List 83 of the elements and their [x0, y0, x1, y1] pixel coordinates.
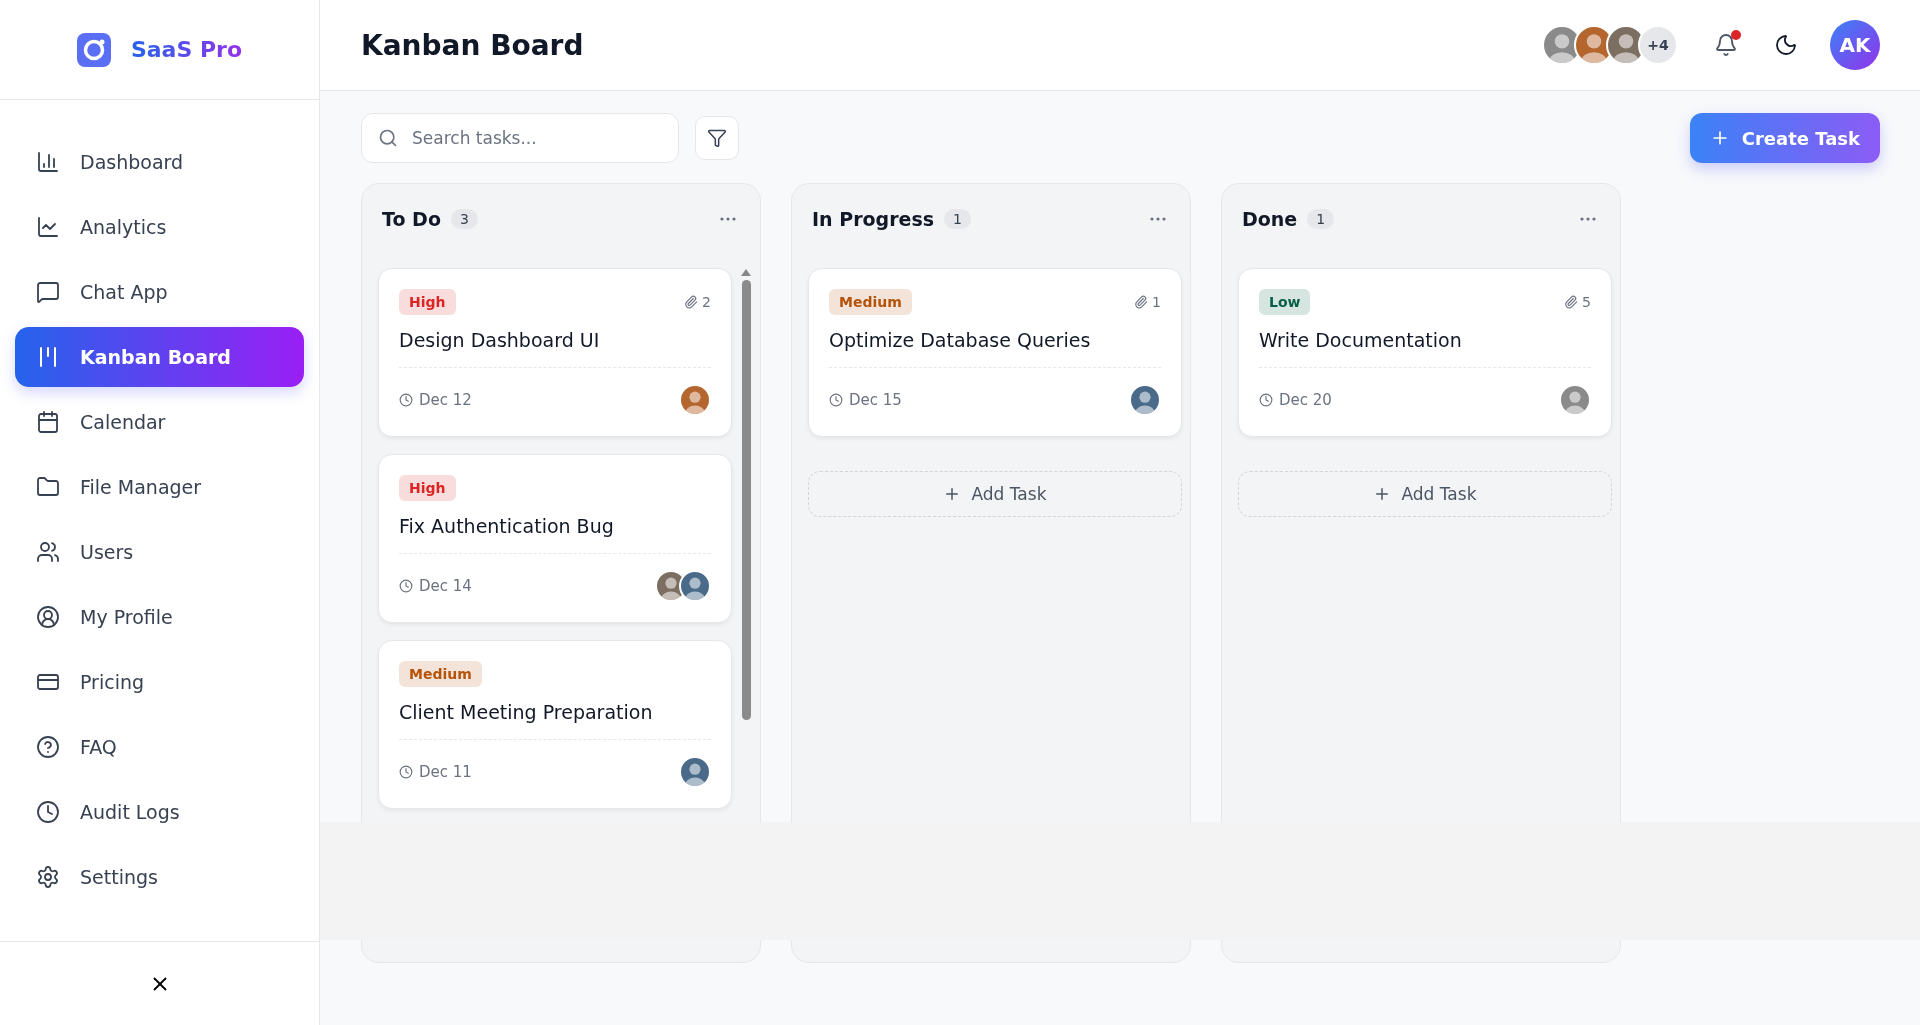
attachment-count: 5 — [1582, 294, 1591, 310]
due-date: Dec 12 — [419, 391, 472, 409]
sidebar-item[interactable]: Chat App — [15, 262, 304, 322]
clock-icon — [36, 800, 60, 824]
logo-icon — [76, 32, 111, 67]
due-date: Dec 20 — [1279, 391, 1332, 409]
more-options-button[interactable] — [1150, 217, 1166, 221]
priority-tag: High — [399, 475, 456, 501]
clock-icon — [399, 579, 413, 593]
bell-icon — [1714, 33, 1738, 57]
task-card[interactable]: High Fix Authentication Bug Dec 14 — [378, 454, 732, 623]
user-circle-icon — [36, 605, 60, 629]
sidebar-item[interactable]: File Manager — [15, 457, 304, 517]
more-icon — [1150, 217, 1166, 221]
task-title: Optimize Database Queries — [829, 329, 1161, 368]
clock-icon — [1259, 393, 1273, 407]
sidebar-item[interactable]: Kanban Board — [15, 327, 304, 387]
task-title: Fix Authentication Bug — [399, 515, 711, 554]
users-icon — [36, 540, 60, 564]
chat-bubble-icon — [36, 280, 60, 304]
clock-icon — [399, 765, 413, 779]
more-options-button[interactable] — [1580, 217, 1596, 221]
paperclip-icon — [684, 295, 699, 309]
clock-icon — [399, 393, 413, 407]
task-count: 1 — [1307, 209, 1335, 229]
filter-button[interactable] — [695, 116, 739, 160]
due-date: Dec 11 — [419, 763, 472, 781]
more-members-count[interactable]: +4 — [1638, 25, 1678, 65]
filter-icon — [707, 128, 727, 148]
priority-tag: Low — [1259, 289, 1311, 315]
more-icon — [720, 217, 736, 221]
paperclip-icon — [1564, 295, 1579, 309]
folder-icon — [36, 475, 60, 499]
sidebar-item[interactable]: Pricing — [15, 652, 304, 712]
task-card[interactable]: Low 5 Write Documentation Dec 20 — [1238, 268, 1612, 437]
task-title: Design Dashboard UI — [399, 329, 711, 368]
page-title: Kanban Board — [361, 28, 585, 62]
sidebar-item[interactable]: Analytics — [15, 197, 304, 257]
notifications-button[interactable] — [1714, 33, 1738, 57]
task-card[interactable]: Medium Client Meeting Preparation Dec 11 — [378, 640, 732, 809]
help-icon — [36, 735, 60, 759]
sidebar-item[interactable]: My Profile — [15, 587, 304, 647]
add-task-button[interactable]: Add Task — [1238, 471, 1612, 517]
sidebar-item[interactable]: Settings — [15, 847, 304, 907]
more-icon — [1580, 217, 1596, 221]
add-task-button[interactable]: Add Task — [808, 471, 1182, 517]
task-title: Write Documentation — [1259, 329, 1591, 368]
due-date: Dec 15 — [849, 391, 902, 409]
task-count: 1 — [944, 209, 971, 229]
task-card[interactable]: Medium 1 Optimize Database Queries Dec 15 — [808, 268, 1182, 437]
user-avatar[interactable]: AK — [1830, 20, 1880, 70]
task-count: 3 — [450, 209, 478, 229]
calendar-icon — [36, 410, 60, 434]
column-title: To Do — [382, 208, 441, 230]
clock-icon — [829, 393, 843, 407]
bar-chart-icon — [36, 150, 60, 174]
moon-icon — [1774, 33, 1798, 57]
search-icon — [378, 128, 398, 148]
theme-toggle-button[interactable] — [1774, 33, 1798, 57]
column-title: In Progress — [812, 208, 935, 230]
sidebar-item[interactable]: Dashboard — [15, 132, 304, 192]
sidebar-item[interactable]: Users — [15, 522, 304, 582]
sidebar-item[interactable]: Calendar — [15, 392, 304, 452]
due-date: Dec 14 — [419, 577, 472, 595]
create-task-button[interactable]: Create Task — [1689, 113, 1880, 163]
paperclip-icon — [1134, 295, 1149, 309]
attachment-count: 2 — [702, 294, 711, 310]
sidebar-item[interactable]: FAQ — [15, 717, 304, 777]
settings-icon — [36, 865, 60, 889]
attachment-count: 1 — [1152, 294, 1161, 310]
column-title: Done — [1242, 208, 1298, 230]
priority-tag: Medium — [399, 661, 482, 687]
scroll-up-arrow-icon[interactable] — [741, 268, 751, 276]
unread-dot — [1731, 30, 1741, 40]
task-title: Client Meeting Preparation — [399, 701, 711, 740]
priority-tag: High — [399, 289, 456, 315]
search-field[interactable]: Search tasks... — [361, 113, 679, 163]
search-input[interactable]: Search tasks... — [410, 127, 662, 149]
task-card[interactable]: High 2 Design Dashboard UI Dec 12 — [378, 268, 732, 437]
sidebar-item[interactable]: Audit Logs — [15, 782, 304, 842]
priority-tag: Medium — [829, 289, 912, 315]
more-options-button[interactable] — [720, 217, 736, 221]
line-chart-icon — [36, 215, 60, 239]
